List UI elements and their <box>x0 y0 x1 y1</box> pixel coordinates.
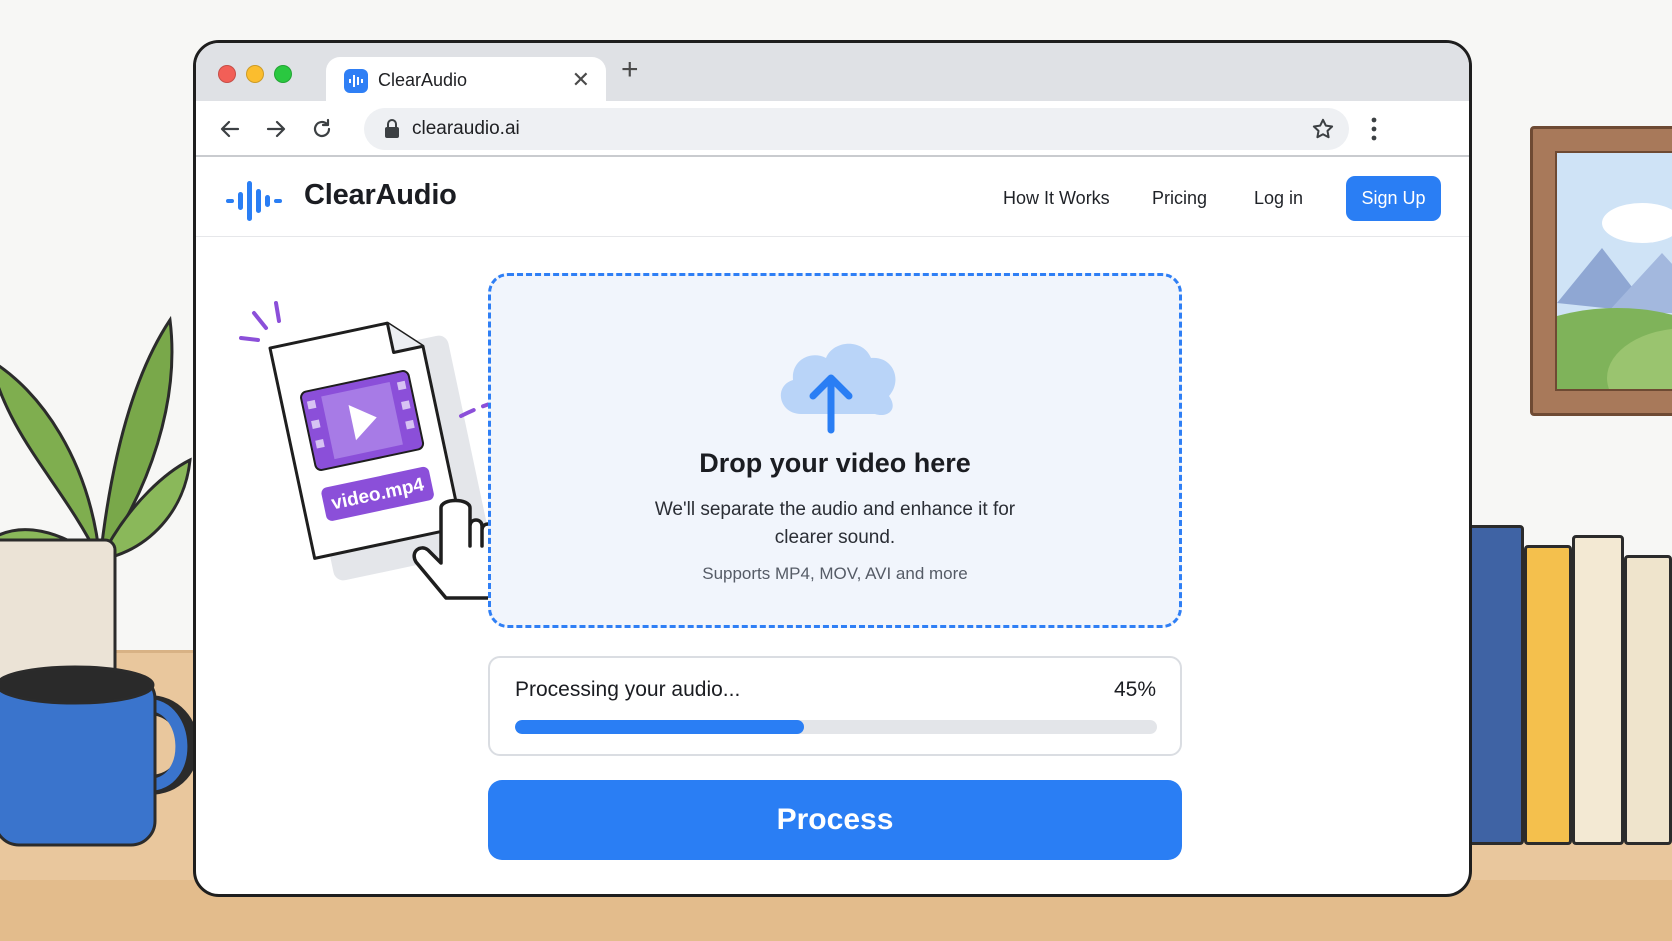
landscape-picture <box>1555 151 1672 391</box>
nav-how-it-works[interactable]: How It Works <box>1003 188 1110 209</box>
progress-bar-fill <box>515 720 804 734</box>
bookmark-star-icon[interactable] <box>1311 117 1335 141</box>
progress-card: Processing your audio... 45% <box>488 656 1182 756</box>
minimize-window-dot[interactable] <box>246 65 264 83</box>
address-bar[interactable]: clearaudio.ai <box>364 108 1349 150</box>
site-logo-text[interactable]: ClearAudio <box>304 179 457 212</box>
blue-book <box>1466 525 1524 845</box>
browser-window: ClearAudio ✕ + clearaudio.ai ClearAudio … <box>193 40 1472 897</box>
supported-formats-text: Supports MP4, MOV, AVI and more <box>702 564 968 583</box>
back-arrow-icon[interactable] <box>214 113 246 145</box>
drop-zone-title: Drop your video here <box>699 448 971 478</box>
sign-up-button[interactable]: Sign Up <box>1346 176 1441 221</box>
cream-book-2 <box>1624 555 1672 845</box>
progress-percent: 45% <box>1113 678 1156 701</box>
close-window-dot[interactable] <box>218 65 236 83</box>
site-header: ClearAudio How It Works Pricing Log in S… <box>196 159 1469 237</box>
cream-book <box>1572 535 1624 845</box>
progress-bar <box>515 720 1157 734</box>
cloud-upload-icon <box>780 343 896 434</box>
maximize-window-dot[interactable] <box>274 65 292 83</box>
coffee-mug <box>0 665 199 847</box>
yellow-book <box>1524 545 1572 845</box>
browser-menu-icon[interactable] <box>1362 113 1386 145</box>
browser-tab[interactable]: ClearAudio ✕ <box>326 57 606 105</box>
tab-title: ClearAudio <box>378 70 468 90</box>
potted-plant <box>0 315 192 682</box>
new-tab-icon[interactable]: + <box>621 53 639 87</box>
picture-frame <box>1530 126 1672 416</box>
url-text: clearaudio.ai <box>412 118 520 139</box>
nav-pricing[interactable]: Pricing <box>1152 188 1207 209</box>
clearaudio-logo-icon[interactable] <box>226 181 286 221</box>
progress-label: Processing your audio... <box>515 678 741 701</box>
close-tab-icon[interactable]: ✕ <box>572 67 590 93</box>
browser-toolbar: clearaudio.ai <box>196 101 1469 157</box>
process-button[interactable]: Process <box>488 780 1182 860</box>
book-stack <box>1466 500 1672 845</box>
nav-log-in[interactable]: Log in <box>1254 188 1303 209</box>
video-drop-zone[interactable]: Drop your video here We'll separate the … <box>488 273 1182 628</box>
clearaudio-favicon-icon <box>344 69 368 93</box>
lock-icon <box>385 119 399 138</box>
forward-arrow-icon[interactable] <box>260 113 292 145</box>
reload-icon[interactable] <box>306 113 338 145</box>
tab-strip: ClearAudio ✕ + <box>196 43 1469 105</box>
drop-zone-description: We'll separate the audio and enhance it … <box>654 499 1016 548</box>
